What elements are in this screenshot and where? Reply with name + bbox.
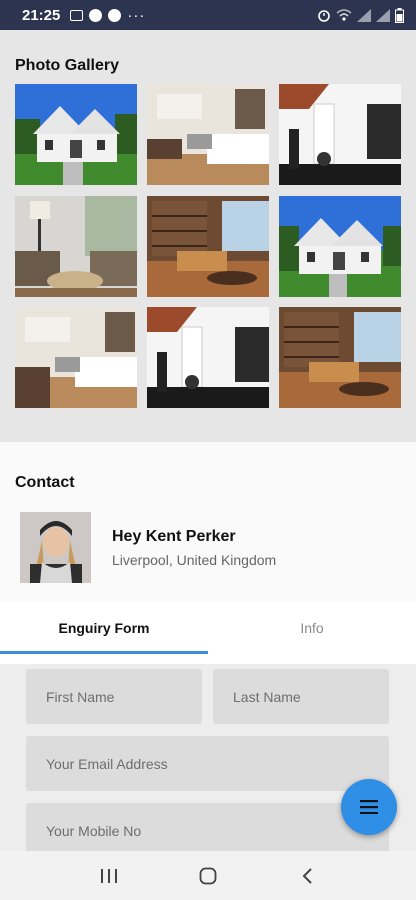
gallery-photo-living-room[interactable]	[147, 307, 269, 408]
photo-gallery-section: Photo Gallery	[0, 30, 416, 442]
home-icon	[199, 867, 217, 884]
back-button[interactable]	[287, 856, 327, 896]
image-icon	[70, 9, 84, 21]
gallery-photo-sitting-area[interactable]	[15, 196, 137, 297]
b-icon	[108, 8, 122, 22]
battery-icon	[395, 7, 404, 23]
gallery-title: Photo Gallery	[15, 57, 120, 74]
gallery-photo-house-exterior[interactable]	[15, 84, 137, 185]
gallery-photo-kitchen[interactable]	[147, 84, 269, 185]
avatar	[20, 512, 91, 583]
contact-section: Contact Hey Kent Perker Liverpool, Unite…	[0, 442, 416, 602]
gallery-photo-house-exterior[interactable]	[279, 196, 401, 297]
gallery-photo-library[interactable]	[279, 307, 401, 408]
system-nav-bar	[0, 851, 416, 900]
signal-icon	[376, 8, 390, 22]
contact-title: Contact	[15, 474, 75, 491]
recents-button[interactable]	[89, 856, 129, 896]
status-time: 21:25	[22, 6, 61, 24]
gallery-photo-kitchen[interactable]	[15, 307, 137, 408]
more-notifications: ···	[127, 6, 146, 24]
skype-icon	[89, 8, 103, 22]
mobile-input[interactable]	[26, 803, 389, 858]
tab-enquiry-form[interactable]: Enguiry Form	[0, 602, 208, 654]
last-name-input[interactable]	[213, 669, 389, 724]
contact-name: Hey Kent Perker	[112, 528, 236, 545]
home-button[interactable]	[188, 856, 228, 896]
recents-icon	[101, 868, 118, 883]
active-tab-indicator	[0, 651, 208, 654]
status-bar: 21:25 ···	[0, 0, 416, 30]
tab-info[interactable]: Info	[208, 602, 416, 654]
back-icon	[302, 867, 312, 884]
menu-fab-button[interactable]	[341, 779, 397, 835]
menu-icon	[360, 800, 378, 814]
status-icons-right	[317, 7, 404, 23]
wifi-icon	[336, 9, 352, 21]
tab-bar: Enguiry Form Info	[0, 602, 416, 664]
status-icons-left: ···	[70, 7, 145, 24]
gallery-photo-living-room[interactable]	[279, 84, 401, 185]
first-name-input[interactable]	[26, 669, 202, 724]
alarm-icon	[318, 10, 330, 22]
gallery-photo-library[interactable]	[147, 196, 269, 297]
email-input[interactable]	[26, 736, 389, 791]
signal-icon	[357, 8, 371, 22]
contact-location: Liverpool, United Kingdom	[112, 552, 277, 568]
